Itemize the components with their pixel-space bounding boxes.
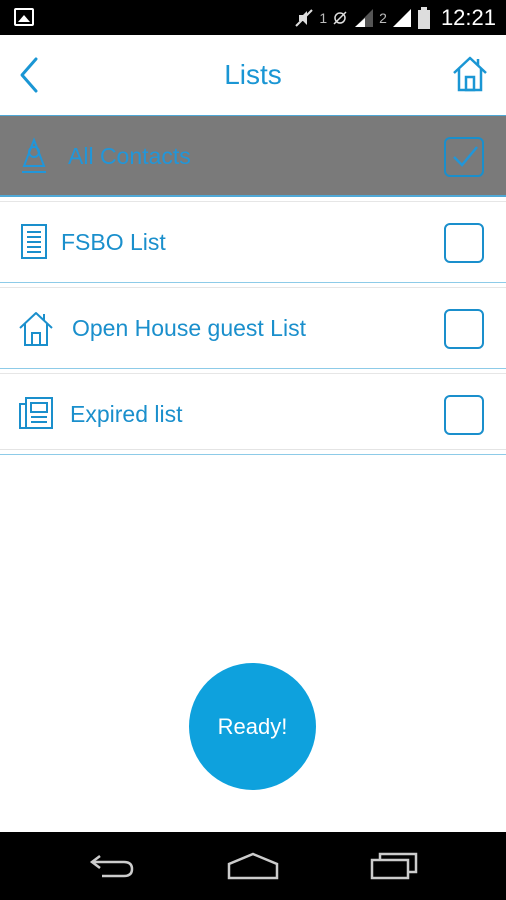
nav-recents-icon[interactable]: [370, 850, 420, 882]
list-checkbox[interactable]: [444, 309, 484, 349]
checkmark-icon: [453, 146, 478, 167]
no-data-icon: [333, 10, 347, 25]
list-row-all-contacts[interactable]: All Contacts: [0, 115, 506, 197]
page-title: Lists: [224, 59, 282, 90]
list-row-fsbo[interactable]: FSBO List: [0, 201, 506, 283]
list-checkbox-checked[interactable]: [444, 137, 484, 177]
app-header: Lists: [0, 35, 506, 115]
status-indicators: 1 2 12:21: [293, 0, 496, 35]
list-label: Open House guest List: [72, 315, 306, 341]
signal-1-icon: [355, 8, 374, 27]
house-icon: [19, 312, 53, 346]
list-label: All Contacts: [68, 143, 191, 169]
signal-2-icon: [392, 8, 411, 27]
list-checkbox[interactable]: [444, 395, 484, 435]
list-row-open-house[interactable]: Open House guest List: [0, 287, 506, 369]
divider: [0, 449, 506, 450]
sim1-label: 1: [319, 9, 328, 26]
newspaper-icon: [19, 397, 53, 429]
contacts-icon: [22, 137, 46, 173]
nav-back-icon[interactable]: [88, 850, 136, 882]
home-icon[interactable]: [452, 55, 488, 93]
gallery-notification-icon: [14, 8, 34, 26]
list-label: Expired list: [70, 401, 183, 427]
clock: 12:21: [440, 4, 496, 30]
mute-icon: [295, 8, 314, 27]
list-row-expired[interactable]: Expired list: [0, 373, 506, 455]
ready-button[interactable]: Ready!: [189, 663, 316, 790]
document-icon: [21, 224, 47, 259]
battery-icon: [417, 6, 430, 29]
list-label: FSBO List: [61, 229, 166, 255]
system-nav-bar: [0, 832, 506, 900]
list-checkbox[interactable]: [444, 223, 484, 263]
status-bar: 1 2 12:21: [0, 0, 506, 35]
nav-home-icon[interactable]: [226, 850, 280, 882]
sim2-label: 2: [379, 9, 387, 26]
contact-lists: All Contacts FSBO List Open House guest …: [0, 115, 506, 455]
